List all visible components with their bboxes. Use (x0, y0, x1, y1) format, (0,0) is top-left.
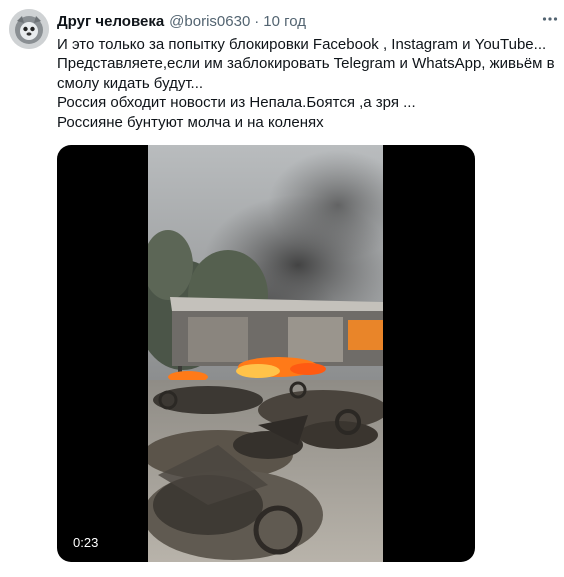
video-player[interactable]: 0:23 (57, 145, 475, 562)
tweet-text-line: смолу кидать будут... (57, 74, 204, 92)
tweet-text-line: Россияне бунтуют молча и на коленях (57, 113, 324, 131)
tweet-text-line: Россия обходит новости из Непала.Боятся … (57, 94, 416, 112)
header-separator: · (254, 13, 260, 30)
author-display-name[interactable]: Друг человека (57, 12, 164, 32)
video-frame (148, 145, 383, 562)
video-duration: 0:23 (69, 534, 103, 552)
more-options-button[interactable] (541, 10, 559, 28)
tweet-timestamp[interactable]: 10 год (263, 12, 306, 32)
avatar[interactable] (9, 9, 49, 49)
more-icon (542, 17, 558, 21)
video-thumbnail (148, 145, 383, 562)
tweet-text-line: И это только за попытку блокировки Faceb… (57, 36, 547, 53)
author-handle[interactable]: @boris0630 (169, 12, 250, 32)
tweet-text: И это только за попытку блокировки Faceb… (57, 35, 557, 132)
avatar-icon (9, 9, 49, 49)
tweet-header: Друг человека @boris0630 · 10 год (57, 12, 306, 32)
tweet-text-line: Представляете,если им заблокировать Tele… (57, 55, 555, 73)
tweet: Друг человека @boris0630 · 10 год И это … (0, 0, 564, 577)
